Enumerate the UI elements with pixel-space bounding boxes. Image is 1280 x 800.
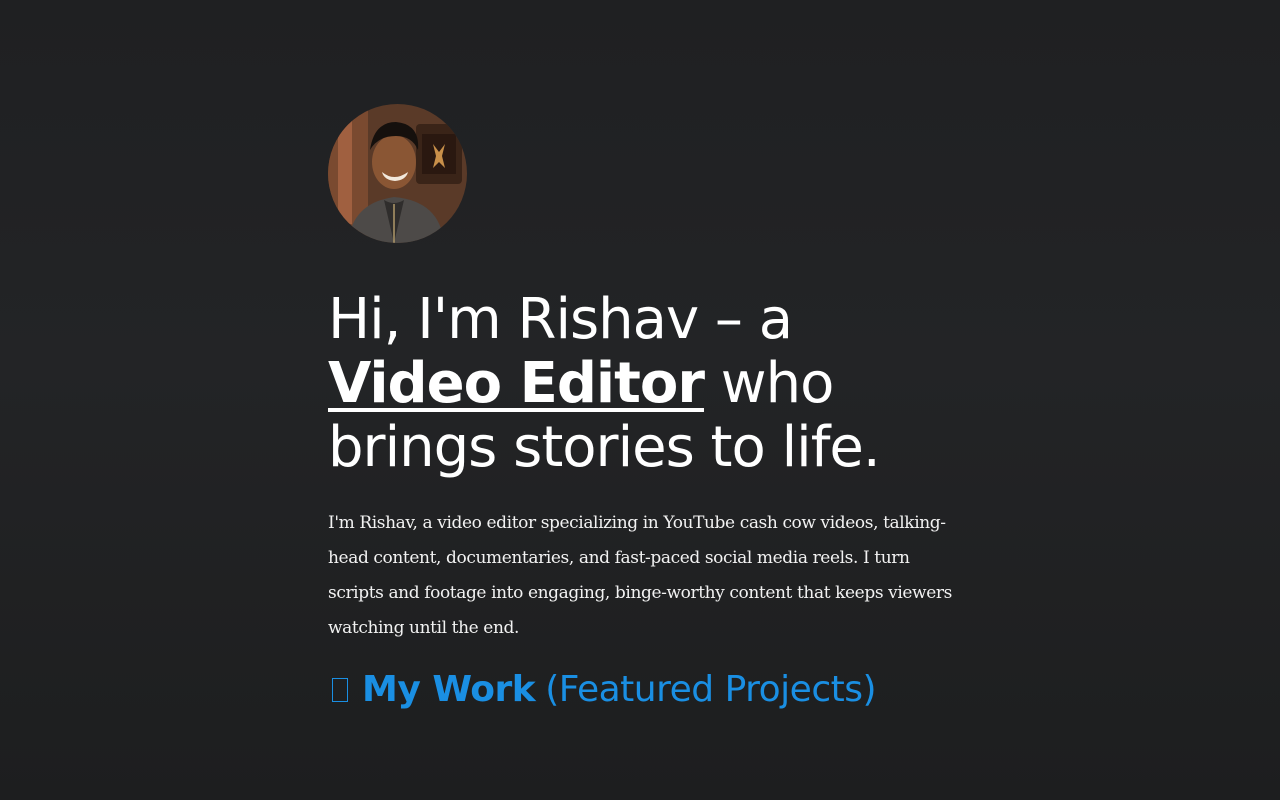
avatar-photo [328,104,467,243]
video-editor-link[interactable]: Video Editor [328,351,705,416]
missing-glyph-icon [332,678,348,702]
bio-paragraph: I'm Rishav, a video editor specializing … [328,513,952,638]
my-work-title: My Work [362,669,536,710]
my-work-heading: My Work (Featured Projects) [328,668,958,712]
page-title: Hi, I'm Rishav – a Video Editor who brin… [328,288,948,480]
hero-section: Hi, I'm Rishav – a Video Editor who brin… [328,104,958,712]
headline-who: who [703,351,835,416]
headline-line-1: Hi, I'm Rishav – a [328,287,793,352]
avatar [328,104,467,243]
featured-projects-subtitle: (Featured Projects) [545,669,877,710]
headline-line-3: brings stories to life. [328,415,881,480]
